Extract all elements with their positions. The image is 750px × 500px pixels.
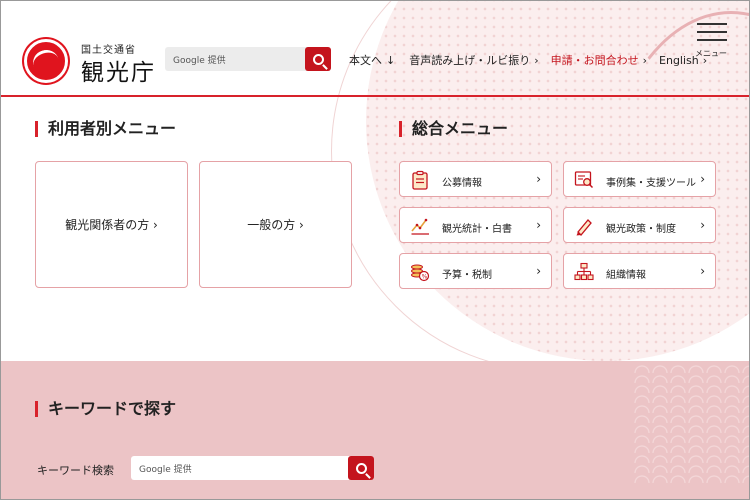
menu-item-label: 組織情報 [606,270,646,281]
nav-label: 申請・お問合わせ [550,54,639,67]
menu-button[interactable]: メニュー [693,21,731,61]
search-icon [312,53,324,65]
menu-item-public-offering[interactable]: 公募情報 › [399,161,552,197]
menu-item-policy[interactable]: 観光政策・制度 › [563,207,716,243]
chevron-right-icon: › [536,218,541,232]
chevron-right-icon: › [700,172,705,186]
search-placeholder: Google 提供 [173,56,226,66]
hamburger-icon [697,31,727,33]
nav-contact[interactable]: 申請・お問合わせ › [551,52,647,68]
header-nav: 本文へ ↓ 音声読み上げ・ルビ振り › 申請・お問合わせ › English › [349,52,707,68]
chevron-right-icon: › [536,172,541,186]
document-search-icon [574,171,594,189]
nav-skip-to-content[interactable]: 本文へ ↓ [349,52,395,68]
chevron-right-icon: › [642,53,648,67]
chevron-right-icon: › [534,53,539,67]
menu-item-organization[interactable]: 組織情報 › [563,253,716,289]
agency-logo-icon[interactable] [24,39,68,83]
nav-read-aloud[interactable]: 音声読み上げ・ルビ振り › [409,52,538,68]
coins-icon: % [411,264,430,282]
keyword-search-input[interactable]: Google 提供 [131,456,374,480]
keyword-title: キーワードで探す [35,401,176,417]
card-label: 一般の方 › [247,218,304,232]
menu-item-label: 観光統計・白書 [442,224,512,235]
header-search-button[interactable] [305,47,331,71]
keyword-search-button[interactable] [348,456,374,480]
line-chart-icon [411,218,429,235]
user-menu-title: 利用者別メニュー [35,121,176,137]
clipboard-icon [412,170,428,190]
chevron-right-icon: › [536,264,541,278]
menu-item-label: 観光政策・制度 [606,224,676,235]
menu-label: メニュー [695,49,727,58]
chevron-right-icon: › [700,264,705,278]
hamburger-icon [697,39,727,41]
keyword-placeholder: Google 提供 [139,465,192,475]
site-header: 国土交通省 観光庁 Google 提供 本文へ ↓ 音声読み上げ・ルビ振り › … [1,1,749,97]
menu-item-label: 予算・税制 [442,270,492,281]
wave-pattern [633,363,749,483]
nav-label: 音声読み上げ・ルビ振り [409,54,531,67]
org-chart-icon [574,262,594,281]
menu-item-label: 公募情報 [442,178,482,189]
user-card-tourism-industry[interactable]: 観光関係者の方 › [35,161,188,288]
arrow-down-icon: ↓ [386,53,396,67]
general-menu-title: 総合メニュー [399,121,508,137]
svg-text:%: % [422,273,428,280]
keyword-label: キーワード検索 [37,464,114,477]
menu-item-case-studies[interactable]: 事例集・支援ツール › [563,161,716,197]
hamburger-icon [697,23,727,25]
menu-item-label: 事例集・支援ツール [606,178,696,189]
header-search-input[interactable]: Google 提供 [165,47,331,71]
user-card-general-public[interactable]: 一般の方 › [199,161,352,288]
nav-label: 本文へ [349,54,382,67]
menu-item-statistics[interactable]: 観光統計・白書 › [399,207,552,243]
page-frame: 国土交通省 観光庁 Google 提供 本文へ ↓ 音声読み上げ・ルビ振り › … [0,0,750,500]
menu-item-budget-tax[interactable]: % 予算・税制 › [399,253,552,289]
card-label: 観光関係者の方 › [65,218,158,232]
chevron-right-icon: › [700,218,705,232]
agency-name[interactable]: 観光庁 [81,53,156,87]
search-icon [355,462,367,474]
pencil-icon [576,219,592,236]
